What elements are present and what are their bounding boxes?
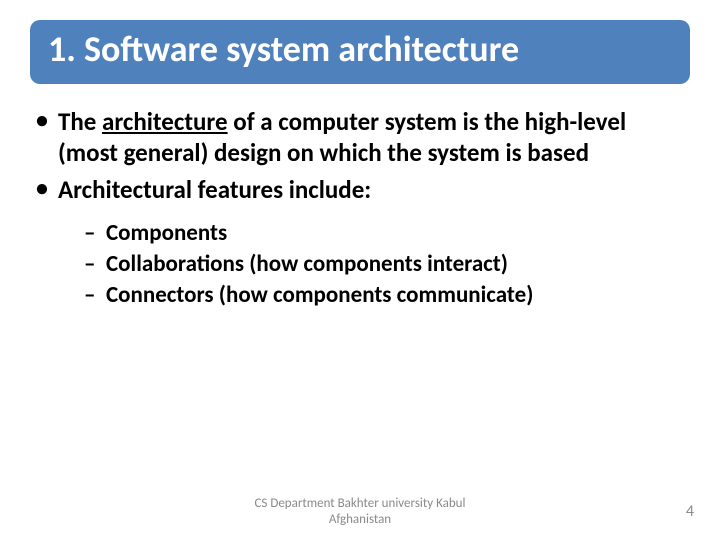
sub-bullet-3: Connectors (how components communicate) xyxy=(58,281,690,310)
bullet-1: The architecture of a computer system is… xyxy=(30,106,690,169)
slide-title: 1. Software system architecture xyxy=(48,30,672,70)
title-box: 1. Software system architecture xyxy=(30,20,690,84)
sub-bullet-2: Collaborations (how components interact) xyxy=(58,250,690,279)
bullet-list: The architecture of a computer system is… xyxy=(30,106,690,310)
page-number: 4 xyxy=(686,502,694,521)
bullet-1-pre: The xyxy=(58,106,102,137)
footer-center: CS Department Bakhter university Kabul A… xyxy=(210,496,510,527)
slide: 1. Software system architecture The arch… xyxy=(0,0,720,540)
footer-line-2: Afghanistan xyxy=(210,512,510,528)
bullet-2: Architectural features include: Componen… xyxy=(30,174,690,310)
footer-line-1: CS Department Bakhter university Kabul xyxy=(210,496,510,512)
slide-body: The architecture of a computer system is… xyxy=(30,106,690,310)
bullet-2-text: Architectural features include: xyxy=(58,174,371,205)
sub-bullet-1: Components xyxy=(58,219,690,248)
slide-footer: CS Department Bakhter university Kabul A… xyxy=(0,496,720,530)
sub-bullet-list: Components Collaborations (how component… xyxy=(58,219,690,309)
bullet-1-underlined: architecture xyxy=(102,106,228,137)
